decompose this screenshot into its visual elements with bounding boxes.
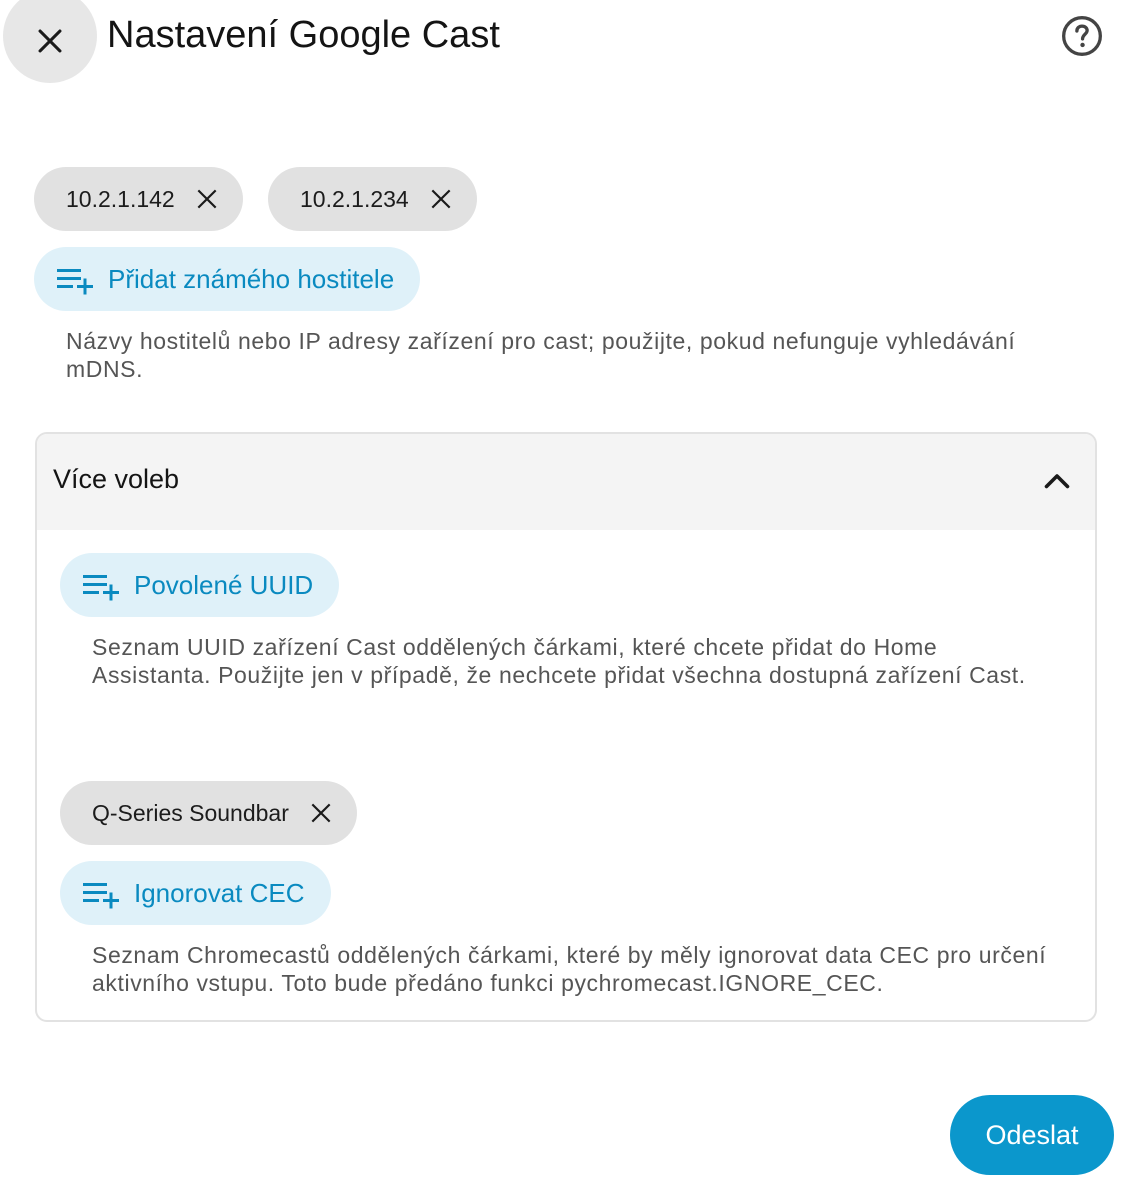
allowed-uuid-helper-text: Seznam UUID zařízení Cast oddělených čár… [92,634,1026,688]
add-allowed-uuid-label: Povolené UUID [134,569,314,600]
close-button[interactable] [3,0,97,83]
playlist-add-icon [56,262,96,296]
add-known-host-label: Přidat známého hostitele [108,263,395,294]
close-icon [38,29,62,53]
more-options-title: Více voleb [53,464,180,494]
ignore-cec-helper-text: Seznam Chromecastů oddělených čárkami, k… [92,942,1047,996]
remove-chip-button[interactable] [193,185,221,213]
close-icon [311,803,331,823]
close-icon [431,189,451,209]
more-options-panel: Více voleb [35,432,1097,1022]
dialog-title: Nastavení Google Cast [107,14,500,56]
submit-button[interactable]: Odeslat [950,1095,1114,1175]
help-circle-icon [1062,16,1102,56]
add-known-host-button[interactable]: Přidat známého hostitele [34,247,421,311]
host-chip-label: 10.2.1.234 [300,185,409,212]
playlist-add-icon [82,568,122,602]
remove-chip-button[interactable] [307,799,335,827]
more-options-header[interactable]: Více voleb [37,434,1095,530]
ignore-cec-chip: Q-Series Soundbar [60,781,357,845]
playlist-add-icon [82,876,122,910]
chevron-up-icon [1039,464,1075,500]
ignore-cec-chip-label: Q-Series Soundbar [92,799,289,826]
host-chip-label: 10.2.1.142 [66,185,175,212]
remove-chip-button[interactable] [427,185,455,213]
known-hosts-helper-text: Názvy hostitelů nebo IP adresy zařízení … [66,328,1016,382]
add-allowed-uuid-button[interactable]: Povolené UUID [60,553,340,617]
close-icon [197,189,217,209]
host-chip: 10.2.1.234 [268,167,477,231]
add-ignore-cec-label: Ignorovat CEC [134,877,305,908]
help-button[interactable] [1058,12,1106,60]
add-ignore-cec-button[interactable]: Ignorovat CEC [60,861,331,925]
host-chip: 10.2.1.142 [34,167,243,231]
